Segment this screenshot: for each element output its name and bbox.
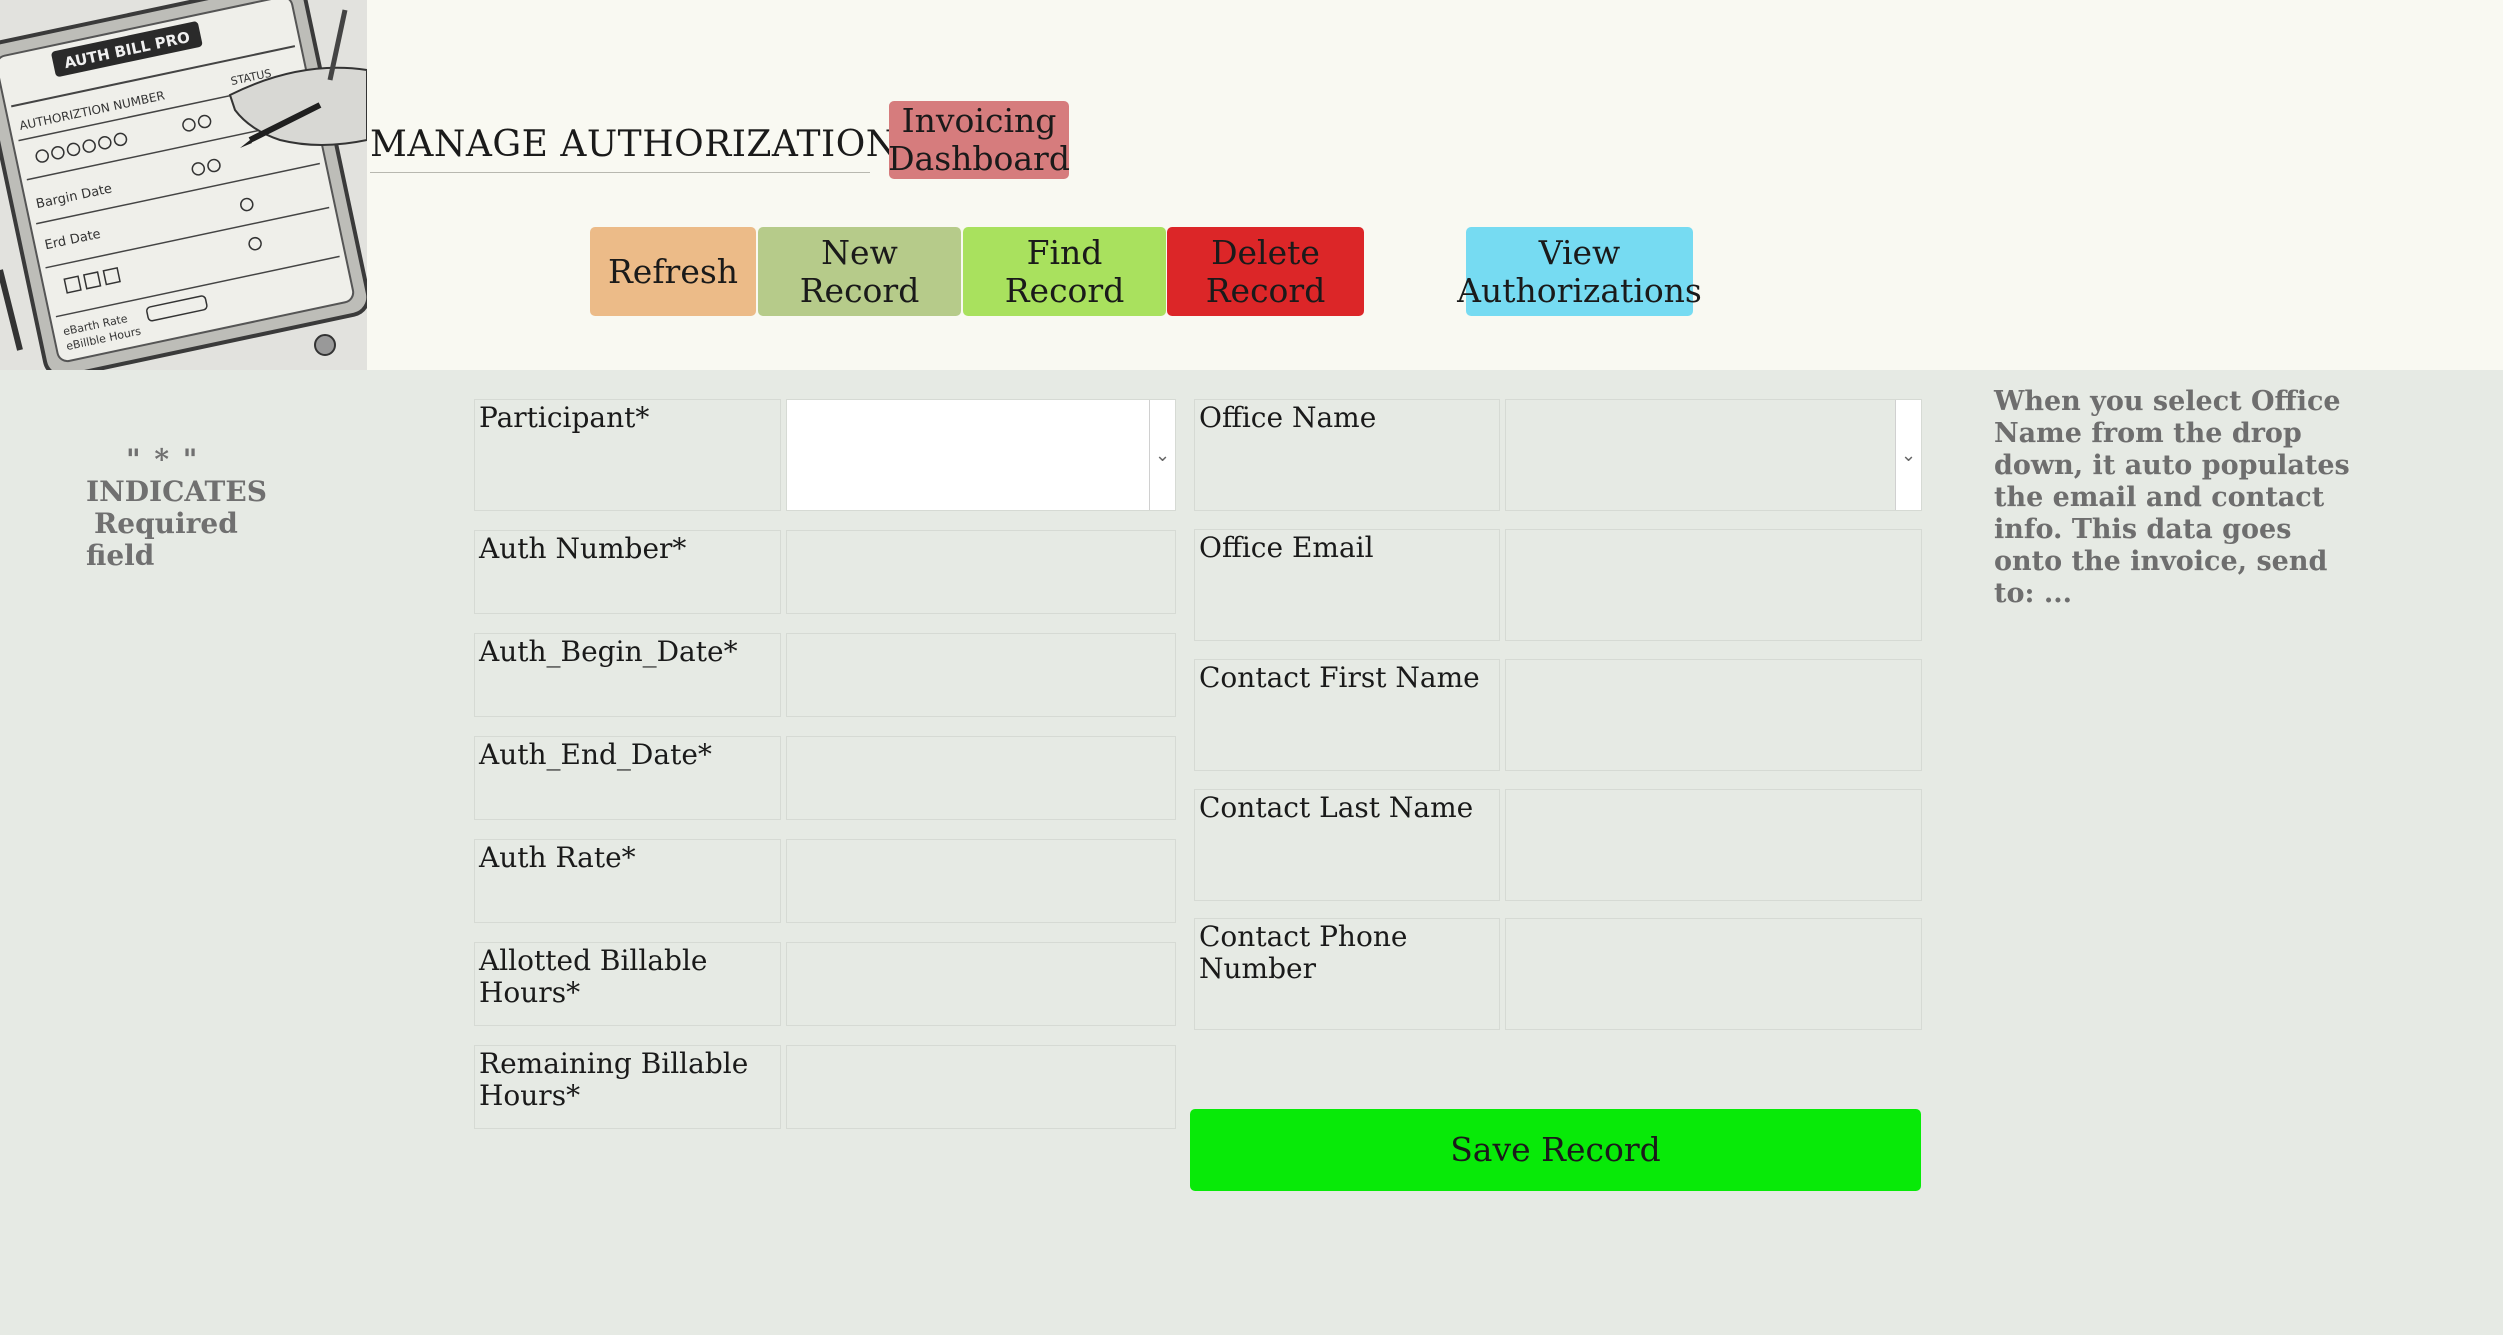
find-record-button[interactable]: Find Record (963, 227, 1166, 316)
remaining-billable-hours-label: Remaining Billable Hours* (474, 1045, 781, 1129)
delete-record-label-line2: Record (1205, 270, 1326, 310)
chevron-down-icon[interactable]: ⌄ (1895, 400, 1921, 510)
auth-begin-date-label: Auth_Begin_Date* (474, 633, 781, 717)
view-authorizations-label-line1: View (1538, 232, 1621, 272)
required-note-line3: field (86, 539, 155, 572)
allotted-billable-hours-label: Allotted Billable Hours* (474, 942, 781, 1026)
refresh-button[interactable]: Refresh (590, 227, 756, 316)
office-email-label: Office Email (1194, 529, 1500, 641)
page-title: MANAGE AUTHORIZATIONS (370, 118, 922, 173)
allotted-billable-hours-input[interactable] (786, 942, 1176, 1026)
auth-begin-date-input[interactable] (786, 633, 1176, 717)
office-name-label: Office Name (1194, 399, 1500, 511)
delete-record-label-line1: Delete (1211, 232, 1320, 272)
contact-first-name-input[interactable] (1505, 659, 1922, 771)
contact-last-name-input[interactable] (1505, 789, 1922, 901)
app-logo: AUTH BILL PRO AUTHORIZTION NUMBER Bargin… (0, 0, 367, 370)
required-symbol: " * " (126, 443, 200, 476)
participant-label: Participant* (474, 399, 781, 511)
auth-rate-input[interactable] (786, 839, 1176, 923)
contact-phone-number-input[interactable] (1505, 918, 1922, 1030)
remaining-billable-hours-label-line2: Hours* (479, 1079, 581, 1112)
required-note-line2: Required (94, 507, 238, 540)
invoicing-dashboard-button[interactable]: Invoicing Dashboard (888, 101, 1070, 179)
required-note-line1: INDICATES (86, 475, 267, 508)
office-email-input[interactable] (1505, 529, 1922, 641)
remaining-billable-hours-input[interactable] (786, 1045, 1176, 1129)
auth-end-date-input[interactable] (786, 736, 1176, 820)
invoicing-dashboard-label-line2: Dashboard (888, 139, 1070, 178)
delete-record-button[interactable]: Delete Record (1167, 227, 1364, 316)
auth-rate-label: Auth Rate* (474, 839, 781, 923)
invoicing-dashboard-label-line1: Invoicing (901, 101, 1057, 140)
auth-number-input[interactable] (786, 530, 1176, 614)
save-record-button[interactable]: Save Record (1190, 1109, 1921, 1191)
participant-dropdown[interactable]: ⌄ (786, 399, 1176, 511)
view-authorizations-label-line2: Authorizations (1457, 270, 1702, 310)
new-record-button[interactable]: New Record (758, 227, 961, 316)
auth-end-date-label: Auth_End_Date* (474, 736, 781, 820)
remaining-billable-hours-label-line1: Remaining Billable (479, 1047, 749, 1080)
office-name-help-text: When you select Office Name from the dro… (1994, 386, 2350, 609)
view-authorizations-button[interactable]: View Authorizations (1457, 227, 1702, 316)
required-field-note: " * " INDICATES Required field (86, 444, 306, 572)
header-bar: AUTH BILL PRO AUTHORIZTION NUMBER Bargin… (0, 0, 2503, 370)
chevron-down-icon[interactable]: ⌄ (1149, 400, 1175, 510)
contact-first-name-label: Contact First Name (1194, 659, 1500, 771)
contact-phone-number-label: Contact Phone Number (1194, 918, 1500, 1030)
contact-last-name-label: Contact Last Name (1194, 789, 1500, 901)
auth-number-label: Auth Number* (474, 530, 781, 614)
office-name-dropdown[interactable]: ⌄ (1505, 399, 1922, 511)
